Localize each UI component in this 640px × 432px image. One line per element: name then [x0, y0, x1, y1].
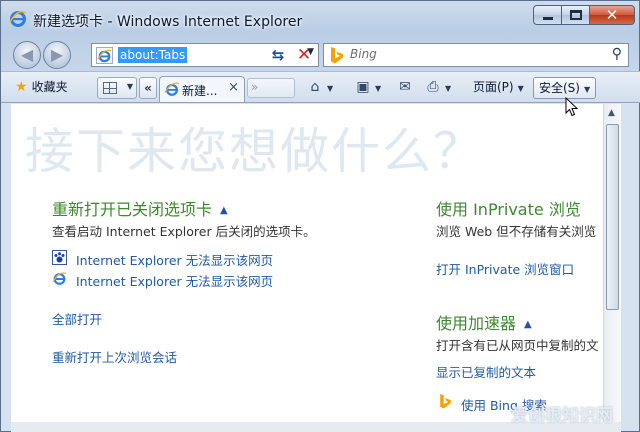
window-title: 新建选项卡 - Windows Internet Explorer: [33, 14, 303, 30]
search-box[interactable]: Bing ⚲: [323, 43, 629, 67]
new-tab-page: 接下来您想做什么？ 重新打开已关闭选项卡 ▲ 查看启动 Internet Expl…: [11, 104, 603, 422]
quick-tabs-icon: [103, 82, 117, 94]
favorites-star-icon: ★: [15, 79, 28, 95]
inprivate-description: 浏览 Web 但不存储有关浏览: [436, 224, 597, 239]
mail-icon: ✉: [399, 79, 411, 95]
open-inprivate-link[interactable]: 打开 InPrivate 浏览窗口: [436, 259, 574, 278]
title-bar[interactable]: 新建选项卡 - Windows Internet Explorer ✕: [1, 1, 640, 39]
reopen-heading-label: 重新打开已关闭选项卡: [52, 200, 213, 219]
inprivate-heading: 使用 InPrivate 浏览: [436, 200, 581, 219]
page-heading: 接下来您想做什么？: [25, 123, 485, 180]
home-button[interactable]: ⌂ ▼: [307, 77, 334, 99]
ie-page-icon: [96, 47, 113, 64]
reopen-closed-tabs-heading[interactable]: 重新打开已关闭选项卡 ▲: [52, 196, 228, 220]
mouse-cursor-icon: [565, 97, 579, 117]
favorites-label: 收藏夹: [31, 80, 68, 94]
ie-logo-icon: [9, 10, 27, 27]
rss-feed-icon: ▣: [356, 79, 370, 95]
reopen-last-session-link[interactable]: 重新打开上次浏览会话: [52, 347, 177, 366]
closed-tab-link-2[interactable]: Internet Explorer 无法显示该网页: [76, 271, 273, 290]
back-arrow-icon: ◀: [20, 45, 34, 64]
page-menu-label: 页面(P): [473, 80, 514, 94]
home-icon: ⌂: [310, 79, 320, 95]
close-button[interactable]: ✕: [589, 5, 635, 25]
open-all-link[interactable]: 全部打开: [52, 309, 102, 328]
maximize-icon: [570, 10, 582, 20]
reopen-description: 查看启动 Internet Explorer 后关闭的选项卡。: [52, 224, 316, 239]
forward-button[interactable]: ▶: [43, 41, 71, 69]
chevron-down-icon[interactable]: ▼: [375, 84, 381, 93]
read-mail-button[interactable]: ✉: [397, 77, 413, 99]
ie-page-icon: [52, 272, 67, 285]
minimize-icon: [543, 17, 553, 20]
forward-arrow-icon: ▶: [50, 45, 64, 64]
printer-icon: ⎙: [427, 79, 439, 95]
safety-menu[interactable]: 安全(S) ▼: [533, 77, 597, 99]
back-button[interactable]: ◀: [13, 41, 41, 69]
tab-list-button[interactable]: «: [139, 77, 157, 99]
address-input[interactable]: about:Tabs: [118, 47, 188, 63]
chevron-down-icon[interactable]: ▼: [127, 82, 133, 91]
refresh-icon: ⇆: [271, 46, 285, 64]
tab-new-tab[interactable]: 新建... ×: [159, 76, 245, 102]
feeds-button[interactable]: ▣ ▼: [355, 77, 381, 99]
accelerators-heading[interactable]: 使用加速器 ▲: [436, 310, 532, 334]
window-controls: ✕: [533, 5, 635, 25]
chevron-down-icon[interactable]: ▼: [445, 84, 451, 93]
bing-logo-icon: [331, 47, 343, 64]
tab-close-icon[interactable]: ×: [228, 80, 239, 95]
refresh-button[interactable]: ⇆: [267, 44, 289, 66]
show-copied-text-link[interactable]: 显示已复制的文本: [436, 362, 536, 381]
accelerators-heading-label: 使用加速器: [436, 314, 517, 333]
maximize-button[interactable]: [561, 5, 589, 25]
closed-tab-link-1[interactable]: Internet Explorer 无法显示该网页: [76, 250, 273, 269]
chevron-down-icon[interactable]: ▼: [327, 84, 333, 93]
double-chevron-icon: »: [251, 80, 259, 94]
page-menu[interactable]: 页面(P) ▼: [473, 77, 524, 99]
scroll-up-icon[interactable]: ▲: [608, 108, 615, 118]
chevron-down-icon[interactable]: ▼: [518, 84, 524, 93]
collapse-caret-icon[interactable]: ▲: [220, 205, 228, 216]
tab-label: 新建...: [182, 84, 218, 98]
search-input[interactable]: Bing: [350, 47, 377, 61]
vertical-scrollbar[interactable]: ▲: [603, 104, 621, 422]
search-icon[interactable]: ⚲: [612, 46, 622, 62]
quick-tabs-button[interactable]: ▼: [97, 77, 137, 99]
close-icon: ✕: [605, 6, 619, 24]
bing-logo-icon: [440, 394, 451, 409]
favorites-button[interactable]: ★ 收藏夹: [15, 78, 68, 95]
stop-icon: ✕: [296, 45, 312, 65]
ie-tab-icon: [164, 82, 180, 96]
collapse-caret-icon[interactable]: ▲: [524, 319, 532, 330]
accelerators-description: 打开含有已从网页中复制的文: [436, 338, 599, 353]
command-bar: ★ 收藏夹 ▼ « 新建... × » ⌂ ▼ ▣ ▼ ✉ ⎙ ▼ 页面(P) …: [1, 71, 640, 103]
minimize-button[interactable]: [533, 5, 561, 25]
safety-menu-label: 安全(S): [539, 81, 580, 95]
ie-window: 新建选项卡 - Windows Internet Explorer ✕ ◀ ▶ …: [0, 0, 640, 432]
new-tab-button[interactable]: »: [247, 78, 295, 98]
stop-button[interactable]: ✕: [293, 44, 315, 66]
scrollbar-thumb[interactable]: [606, 124, 619, 310]
chevron-down-icon[interactable]: ▼: [584, 85, 590, 94]
paw-page-icon: [52, 250, 67, 265]
navigation-bar: ◀ ▶ about:Tabs ▼ ⇆ ✕ Bing ⚲: [1, 39, 640, 71]
print-button[interactable]: ⎙ ▼: [425, 77, 451, 99]
watermark: 爱创根知识网: [511, 406, 613, 426]
